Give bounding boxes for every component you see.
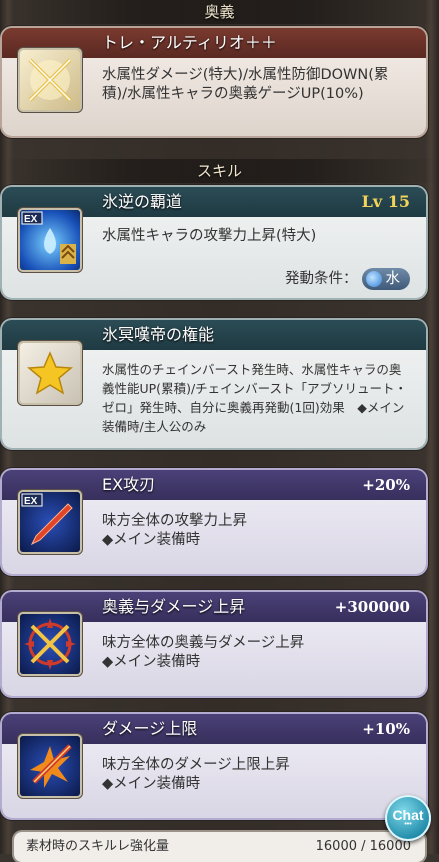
ex-water-skill-icon: EX xyxy=(20,210,80,270)
sword-burst-icon xyxy=(20,736,80,796)
crossed-swords-icon xyxy=(20,50,80,110)
ougi-description: 水属性ダメージ(特大)/水属性防御DOWN(累積)/水属性キャラの奥義ゲージUP… xyxy=(102,67,389,102)
ex-skill-card-3: ダメージ上限 +10% 味方全体のダメージ上限上昇 ◆メイン装備時 xyxy=(2,714,426,818)
ex-skill-value: +10% xyxy=(362,720,410,738)
chat-button[interactable]: Chat ••• xyxy=(385,795,431,841)
skill-level: Lv 15 xyxy=(361,192,410,211)
ex-skill-value: +20% xyxy=(362,476,410,494)
activation-condition: 発動条件： 水 xyxy=(285,267,410,291)
element-badge: 水 xyxy=(361,268,410,290)
ex-skill-condition: ◆メイン装備時 xyxy=(102,776,201,792)
ex-skill-value: +300000 xyxy=(334,598,410,616)
svg-text:EX: EX xyxy=(24,214,38,225)
ex-skill-card-1: EX攻刃 +20% EX 味方全体の攻撃力上昇 ◆メイン装備時 xyxy=(2,470,426,574)
skill-level-material-bar: 素材時のスキルレ強化量 16000 / 16000 xyxy=(14,832,425,862)
ougi-card: トレ・アルティリオ＋＋ 水属性ダメージ(特大)/水属性防御DOWN(累積)/水属… xyxy=(2,28,426,136)
ex-skill-condition: ◆メイン装備時 xyxy=(102,532,201,548)
skill-card-1: 氷逆の覇道 Lv 15 EX 水属性キャラの攻撃力上昇(特大) 発動条件：水 xyxy=(2,187,426,298)
ex-skill-condition: ◆メイン装備時 xyxy=(102,654,201,670)
element-label: 水 xyxy=(385,271,401,287)
ex-skill-card-2: 奥義与ダメージ上昇 +300000 味方全体の奥義与ダメージ上昇 ◆メイン装備時 xyxy=(2,592,426,696)
condition-label: 発動条件： xyxy=(285,271,358,287)
skill-description: 水属性キャラの攻撃力上昇(特大) xyxy=(102,228,317,244)
chat-dots-icon: ••• xyxy=(404,821,412,828)
star-icon xyxy=(20,343,80,403)
material-skill-label: 素材時のスキルレ強化量 xyxy=(26,839,170,854)
svg-text:EX: EX xyxy=(24,496,38,507)
ex-dagger-icon: EX xyxy=(20,492,80,552)
ex-skill-description: 味方全体の奥義与ダメージ上昇 xyxy=(102,635,305,651)
section-title-skill: スキル xyxy=(0,159,439,183)
water-element-icon xyxy=(365,271,382,287)
crossed-swords-burst-icon xyxy=(20,614,80,674)
skill-card-2: 氷冥嘆帝の権能 水属性のチェインバースト発生時、水属性キャラの奥義性能UP(累積… xyxy=(2,320,426,448)
ex-skill-description: 味方全体のダメージ上限上昇 xyxy=(102,757,290,773)
skill-description: 水属性のチェインバースト発生時、水属性キャラの奥義性能UP(累積)/チェインバー… xyxy=(102,362,408,434)
ex-skill-description: 味方全体の攻撃力上昇 xyxy=(102,513,247,529)
section-title-ougi: 奥義 xyxy=(0,0,439,24)
